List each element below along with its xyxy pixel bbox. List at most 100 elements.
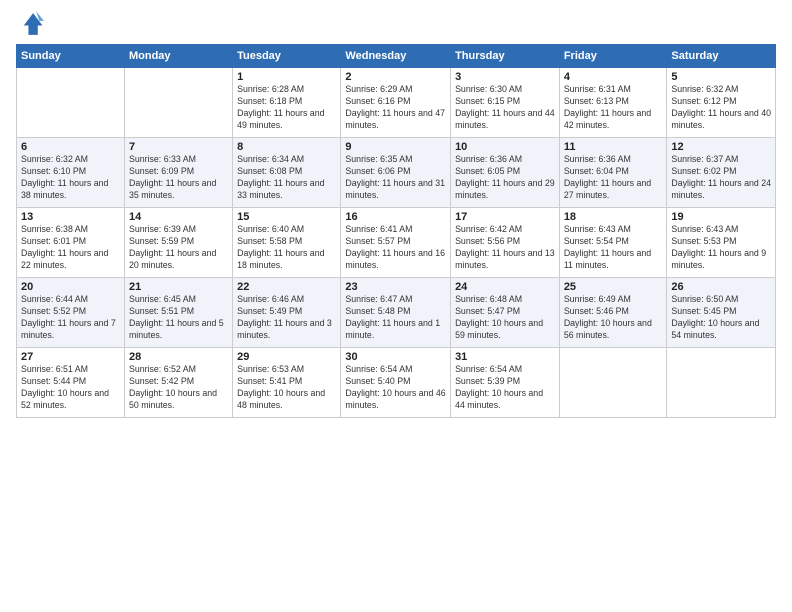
day-info: Sunrise: 6:42 AM Sunset: 5:56 PM Dayligh… (455, 224, 555, 272)
day-info: Sunrise: 6:37 AM Sunset: 6:02 PM Dayligh… (671, 154, 771, 202)
day-info: Sunrise: 6:47 AM Sunset: 5:48 PM Dayligh… (345, 294, 446, 342)
day-header-wednesday: Wednesday (341, 45, 451, 68)
day-info: Sunrise: 6:45 AM Sunset: 5:51 PM Dayligh… (129, 294, 228, 342)
calendar-cell: 26Sunrise: 6:50 AM Sunset: 5:45 PM Dayli… (667, 278, 776, 348)
day-number: 26 (671, 281, 771, 293)
day-number: 13 (21, 211, 120, 223)
day-number: 10 (455, 141, 555, 153)
header-row: SundayMondayTuesdayWednesdayThursdayFrid… (17, 45, 776, 68)
day-number: 28 (129, 351, 228, 363)
calendar-cell (17, 68, 125, 138)
calendar-cell: 7Sunrise: 6:33 AM Sunset: 6:09 PM Daylig… (124, 138, 232, 208)
day-info: Sunrise: 6:43 AM Sunset: 5:53 PM Dayligh… (671, 224, 771, 272)
day-number: 23 (345, 281, 446, 293)
day-info: Sunrise: 6:50 AM Sunset: 5:45 PM Dayligh… (671, 294, 771, 342)
day-info: Sunrise: 6:36 AM Sunset: 6:05 PM Dayligh… (455, 154, 555, 202)
calendar-cell: 8Sunrise: 6:34 AM Sunset: 6:08 PM Daylig… (233, 138, 341, 208)
day-info: Sunrise: 6:54 AM Sunset: 5:40 PM Dayligh… (345, 364, 446, 412)
day-info: Sunrise: 6:30 AM Sunset: 6:15 PM Dayligh… (455, 84, 555, 132)
day-number: 2 (345, 71, 446, 83)
day-number: 19 (671, 211, 771, 223)
day-header-tuesday: Tuesday (233, 45, 341, 68)
day-number: 1 (237, 71, 336, 83)
day-number: 30 (345, 351, 446, 363)
calendar-cell: 19Sunrise: 6:43 AM Sunset: 5:53 PM Dayli… (667, 208, 776, 278)
calendar-cell: 16Sunrise: 6:41 AM Sunset: 5:57 PM Dayli… (341, 208, 451, 278)
calendar-cell: 27Sunrise: 6:51 AM Sunset: 5:44 PM Dayli… (17, 348, 125, 418)
calendar-cell: 21Sunrise: 6:45 AM Sunset: 5:51 PM Dayli… (124, 278, 232, 348)
day-info: Sunrise: 6:49 AM Sunset: 5:46 PM Dayligh… (564, 294, 663, 342)
day-info: Sunrise: 6:41 AM Sunset: 5:57 PM Dayligh… (345, 224, 446, 272)
day-number: 5 (671, 71, 771, 83)
day-number: 3 (455, 71, 555, 83)
calendar-cell: 24Sunrise: 6:48 AM Sunset: 5:47 PM Dayli… (451, 278, 560, 348)
calendar-week-2: 6Sunrise: 6:32 AM Sunset: 6:10 PM Daylig… (17, 138, 776, 208)
day-info: Sunrise: 6:40 AM Sunset: 5:58 PM Dayligh… (237, 224, 336, 272)
calendar-body: 1Sunrise: 6:28 AM Sunset: 6:18 PM Daylig… (17, 68, 776, 418)
calendar-cell: 14Sunrise: 6:39 AM Sunset: 5:59 PM Dayli… (124, 208, 232, 278)
day-number: 25 (564, 281, 663, 293)
calendar-cell: 6Sunrise: 6:32 AM Sunset: 6:10 PM Daylig… (17, 138, 125, 208)
calendar-cell: 22Sunrise: 6:46 AM Sunset: 5:49 PM Dayli… (233, 278, 341, 348)
day-number: 12 (671, 141, 771, 153)
day-number: 20 (21, 281, 120, 293)
calendar-week-1: 1Sunrise: 6:28 AM Sunset: 6:18 PM Daylig… (17, 68, 776, 138)
day-number: 14 (129, 211, 228, 223)
day-number: 9 (345, 141, 446, 153)
day-info: Sunrise: 6:52 AM Sunset: 5:42 PM Dayligh… (129, 364, 228, 412)
day-info: Sunrise: 6:32 AM Sunset: 6:12 PM Dayligh… (671, 84, 771, 132)
day-header-thursday: Thursday (451, 45, 560, 68)
day-number: 31 (455, 351, 555, 363)
day-info: Sunrise: 6:35 AM Sunset: 6:06 PM Dayligh… (345, 154, 446, 202)
day-header-friday: Friday (559, 45, 667, 68)
calendar-cell: 11Sunrise: 6:36 AM Sunset: 6:04 PM Dayli… (559, 138, 667, 208)
day-info: Sunrise: 6:39 AM Sunset: 5:59 PM Dayligh… (129, 224, 228, 272)
calendar-week-5: 27Sunrise: 6:51 AM Sunset: 5:44 PM Dayli… (17, 348, 776, 418)
day-number: 22 (237, 281, 336, 293)
day-info: Sunrise: 6:43 AM Sunset: 5:54 PM Dayligh… (564, 224, 663, 272)
day-info: Sunrise: 6:44 AM Sunset: 5:52 PM Dayligh… (21, 294, 120, 342)
calendar-cell: 28Sunrise: 6:52 AM Sunset: 5:42 PM Dayli… (124, 348, 232, 418)
day-header-sunday: Sunday (17, 45, 125, 68)
day-number: 6 (21, 141, 120, 153)
day-number: 29 (237, 351, 336, 363)
day-number: 24 (455, 281, 555, 293)
day-header-saturday: Saturday (667, 45, 776, 68)
day-info: Sunrise: 6:31 AM Sunset: 6:13 PM Dayligh… (564, 84, 663, 132)
calendar-cell: 2Sunrise: 6:29 AM Sunset: 6:16 PM Daylig… (341, 68, 451, 138)
calendar-cell: 13Sunrise: 6:38 AM Sunset: 6:01 PM Dayli… (17, 208, 125, 278)
day-info: Sunrise: 6:48 AM Sunset: 5:47 PM Dayligh… (455, 294, 555, 342)
logo-icon (16, 10, 44, 38)
calendar-cell (124, 68, 232, 138)
calendar-cell: 29Sunrise: 6:53 AM Sunset: 5:41 PM Dayli… (233, 348, 341, 418)
day-info: Sunrise: 6:36 AM Sunset: 6:04 PM Dayligh… (564, 154, 663, 202)
calendar-cell: 15Sunrise: 6:40 AM Sunset: 5:58 PM Dayli… (233, 208, 341, 278)
calendar-cell: 25Sunrise: 6:49 AM Sunset: 5:46 PM Dayli… (559, 278, 667, 348)
header (16, 10, 776, 38)
day-header-monday: Monday (124, 45, 232, 68)
calendar-table: SundayMondayTuesdayWednesdayThursdayFrid… (16, 44, 776, 418)
calendar-cell: 9Sunrise: 6:35 AM Sunset: 6:06 PM Daylig… (341, 138, 451, 208)
day-number: 11 (564, 141, 663, 153)
logo (16, 10, 46, 38)
calendar-cell: 10Sunrise: 6:36 AM Sunset: 6:05 PM Dayli… (451, 138, 560, 208)
calendar-cell: 31Sunrise: 6:54 AM Sunset: 5:39 PM Dayli… (451, 348, 560, 418)
day-number: 15 (237, 211, 336, 223)
day-info: Sunrise: 6:54 AM Sunset: 5:39 PM Dayligh… (455, 364, 555, 412)
day-number: 7 (129, 141, 228, 153)
calendar-cell: 12Sunrise: 6:37 AM Sunset: 6:02 PM Dayli… (667, 138, 776, 208)
calendar-cell: 23Sunrise: 6:47 AM Sunset: 5:48 PM Dayli… (341, 278, 451, 348)
calendar-week-4: 20Sunrise: 6:44 AM Sunset: 5:52 PM Dayli… (17, 278, 776, 348)
calendar-cell: 17Sunrise: 6:42 AM Sunset: 5:56 PM Dayli… (451, 208, 560, 278)
calendar-cell (667, 348, 776, 418)
day-info: Sunrise: 6:53 AM Sunset: 5:41 PM Dayligh… (237, 364, 336, 412)
calendar-cell: 1Sunrise: 6:28 AM Sunset: 6:18 PM Daylig… (233, 68, 341, 138)
day-info: Sunrise: 6:28 AM Sunset: 6:18 PM Dayligh… (237, 84, 336, 132)
calendar-cell (559, 348, 667, 418)
calendar-cell: 18Sunrise: 6:43 AM Sunset: 5:54 PM Dayli… (559, 208, 667, 278)
calendar-cell: 5Sunrise: 6:32 AM Sunset: 6:12 PM Daylig… (667, 68, 776, 138)
day-number: 17 (455, 211, 555, 223)
day-info: Sunrise: 6:32 AM Sunset: 6:10 PM Dayligh… (21, 154, 120, 202)
day-number: 4 (564, 71, 663, 83)
day-number: 21 (129, 281, 228, 293)
